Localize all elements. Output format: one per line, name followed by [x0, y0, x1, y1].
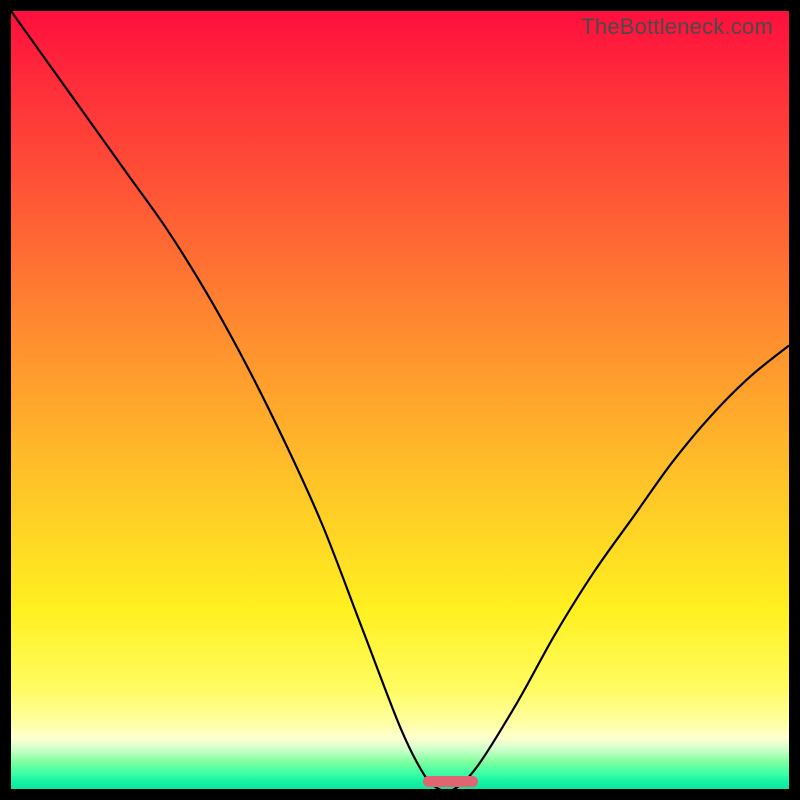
- chart-frame: TheBottleneck.com: [0, 0, 800, 800]
- bottleneck-curve: [11, 11, 789, 789]
- curve-path: [11, 11, 789, 791]
- plot-area: TheBottleneck.com: [11, 11, 789, 789]
- sweet-spot-marker: [423, 776, 477, 787]
